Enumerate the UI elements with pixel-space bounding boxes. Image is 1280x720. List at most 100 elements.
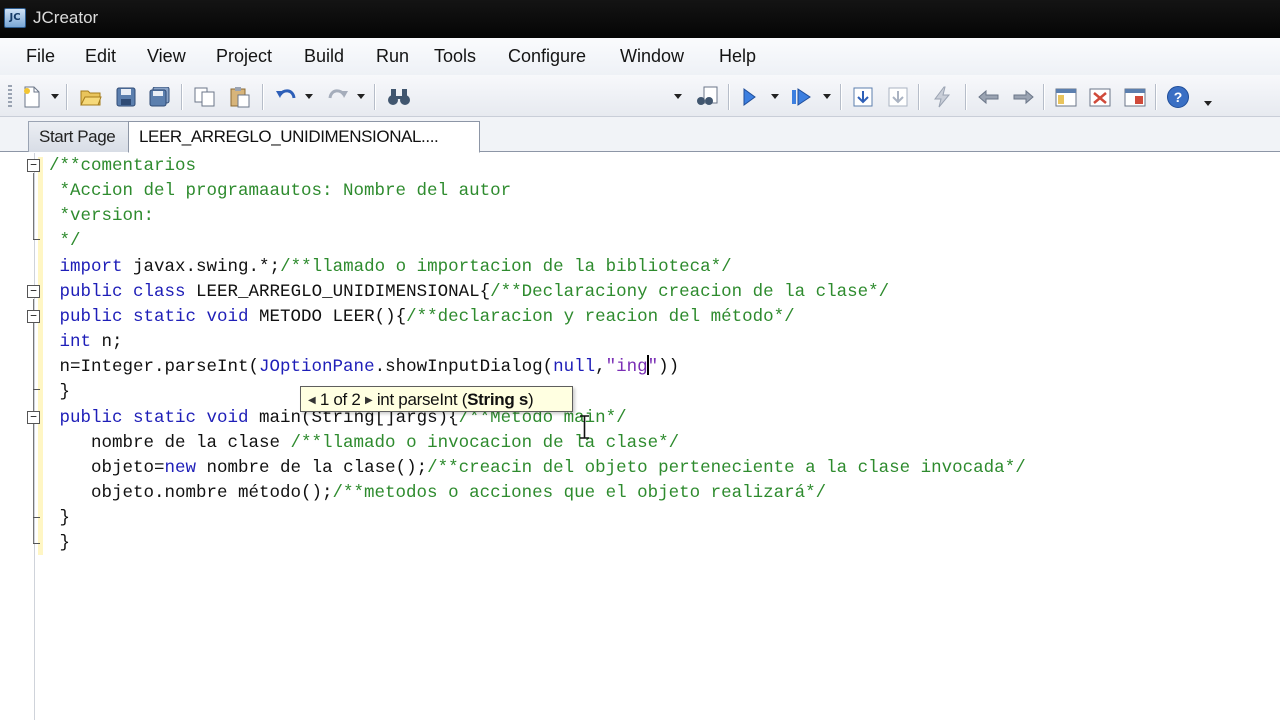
code-comment: /**llamado o invocacion de la clase*/ xyxy=(290,433,680,453)
tab-leer-arreglo[interactable]: LEER_ARREGLO_UNIDIMENSIONAL.... xyxy=(128,121,480,153)
step-out-icon[interactable] xyxy=(886,85,910,109)
code-line: /**comentarios xyxy=(49,154,196,179)
menu-window[interactable]: Window xyxy=(620,46,684,67)
redo-dropdown[interactable] xyxy=(357,94,365,99)
execute-icon[interactable] xyxy=(790,85,814,109)
code-text: n=Integer.parseInt( xyxy=(49,357,260,377)
open-folder-icon[interactable] xyxy=(79,85,103,109)
run-icon[interactable] xyxy=(737,85,761,109)
fold-end-marker xyxy=(33,239,40,240)
menu-help[interactable]: Help xyxy=(719,46,756,67)
back-icon[interactable] xyxy=(977,85,1001,109)
search-dropdown[interactable] xyxy=(674,94,682,99)
find-in-files-icon[interactable] xyxy=(695,85,719,109)
code-comment: /**metodos o acciones que el objeto real… xyxy=(332,483,827,503)
toolbar-separator xyxy=(66,84,67,110)
help-icon[interactable]: ? xyxy=(1166,85,1190,109)
code-text: } xyxy=(49,533,71,553)
toolbar-separator xyxy=(728,84,729,110)
toggle-panel-icon[interactable] xyxy=(1088,85,1112,109)
new-file-dropdown[interactable] xyxy=(51,94,59,99)
toolbar-grip[interactable] xyxy=(8,85,12,107)
run-dropdown[interactable] xyxy=(771,94,779,99)
code-text: objeto.nombre método(); xyxy=(49,483,333,503)
redo-icon[interactable] xyxy=(326,85,350,109)
fold-guide xyxy=(33,173,34,239)
jcreator-logo-icon[interactable]: JC xyxy=(4,8,26,28)
compile-icon[interactable] xyxy=(930,85,954,109)
fold-end-marker xyxy=(33,389,40,390)
toolbar-separator xyxy=(262,84,263,110)
code-line: public class LEER_ARREGLO_UNIDIMENSIONAL… xyxy=(49,280,890,305)
code-keyword: public static void xyxy=(59,408,249,428)
code-text: )) xyxy=(658,357,680,377)
menu-view[interactable]: View xyxy=(147,46,186,67)
code-comment: /**comentarios xyxy=(49,156,197,176)
code-comment: /**declaracion y reacion del método*/ xyxy=(406,307,795,327)
undo-icon[interactable] xyxy=(274,85,298,109)
code-comment: /**creacin del objeto perteneciente a la… xyxy=(427,458,1026,478)
save-icon[interactable] xyxy=(114,85,138,109)
code-text: METODO LEER(){ xyxy=(248,307,407,327)
code-line: } xyxy=(49,506,71,531)
options-icon[interactable] xyxy=(1123,85,1147,109)
menu-edit[interactable]: Edit xyxy=(85,46,116,67)
code-text: nombre de la clase xyxy=(49,433,291,453)
menu-project[interactable]: Project xyxy=(216,46,272,67)
modified-lines-bar xyxy=(38,157,43,555)
svg-text:?: ? xyxy=(1174,89,1183,105)
code-comment: *version: xyxy=(49,206,155,226)
menu-configure[interactable]: Configure xyxy=(508,46,586,67)
fold-end-marker xyxy=(33,517,40,518)
code-keyword: import xyxy=(59,257,123,277)
ibeam-cursor-icon xyxy=(580,415,589,439)
next-overload-icon[interactable]: ▶ xyxy=(365,395,373,406)
code-string: " xyxy=(647,357,659,377)
code-line: public static void METODO LEER(){/**decl… xyxy=(49,305,795,330)
title-bar: JC JCreator xyxy=(0,0,1280,38)
tab-start-page[interactable]: Start Page xyxy=(28,121,130,152)
menu-run[interactable]: Run xyxy=(376,46,409,67)
save-all-icon[interactable] xyxy=(148,85,172,109)
toolbar-separator xyxy=(965,84,966,110)
fold-toggle[interactable]: − xyxy=(27,310,40,323)
menu-tools[interactable]: Tools xyxy=(434,46,476,67)
fold-toggle[interactable]: − xyxy=(27,285,40,298)
find-icon[interactable] xyxy=(387,85,411,109)
code-text: nombre de la clase(); xyxy=(196,458,428,478)
code-keyword: public class xyxy=(59,282,186,302)
code-line-current: n=Integer.parseInt(JOptionPane.showInput… xyxy=(49,355,679,380)
fold-toggle[interactable]: − xyxy=(27,159,40,172)
undo-dropdown[interactable] xyxy=(305,94,313,99)
signature-param: String s xyxy=(467,390,529,409)
toolbar-separator xyxy=(840,84,841,110)
code-editor[interactable]: − − − − /**comentarios *Accion del progr… xyxy=(0,153,1280,720)
toolbar-separator xyxy=(181,84,182,110)
code-line: objeto=new nombre de la clase();/**creac… xyxy=(49,456,1026,481)
prev-overload-icon[interactable]: ◀ xyxy=(308,395,316,406)
code-keyword: null xyxy=(553,357,596,377)
paste-icon[interactable] xyxy=(228,85,252,109)
code-line: } xyxy=(49,531,71,556)
step-into-icon[interactable] xyxy=(851,85,875,109)
code-string: "ing xyxy=(605,357,648,377)
code-text: javax.swing.*; xyxy=(122,257,281,277)
code-text: .showInputDialog( xyxy=(374,357,554,377)
menu-bar: File Edit View Project Build Run Tools C… xyxy=(0,38,1280,75)
code-comment: */ xyxy=(49,231,81,251)
new-file-icon[interactable] xyxy=(20,85,44,109)
code-line: objeto.nombre método();/**metodos o acci… xyxy=(49,481,826,506)
copy-icon[interactable] xyxy=(193,85,217,109)
fold-toggle[interactable]: − xyxy=(27,411,40,424)
toolbar-overflow-dropdown[interactable] xyxy=(1204,101,1212,106)
window-title: JCreator xyxy=(33,8,99,27)
workspace-icon[interactable] xyxy=(1054,85,1078,109)
forward-icon[interactable] xyxy=(1011,85,1035,109)
menu-build[interactable]: Build xyxy=(304,46,344,67)
code-text: objeto= xyxy=(49,458,165,478)
overload-counter: 1 of 2 xyxy=(319,390,361,409)
parameter-info-tooltip: ◀ 1 of 2 ▶ int parseInt (String s) xyxy=(300,386,573,412)
toolbar-separator xyxy=(1155,84,1156,110)
menu-file[interactable]: File xyxy=(26,46,55,67)
execute-dropdown[interactable] xyxy=(823,94,831,99)
